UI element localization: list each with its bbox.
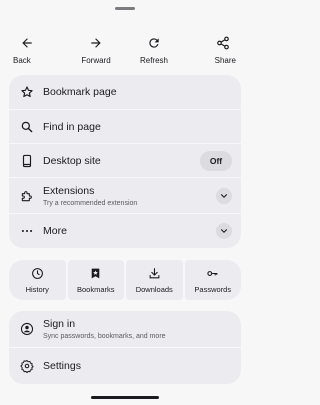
gear-icon xyxy=(20,359,34,373)
bookmark-page-item[interactable]: Bookmark page xyxy=(9,75,241,109)
desktop-site-toggle[interactable]: Off xyxy=(200,150,232,171)
downloads-tile[interactable]: Downloads xyxy=(126,260,183,300)
top-navigation-bar: Back Forward Refresh Share xyxy=(9,36,241,66)
arrow-right-icon xyxy=(91,38,101,48)
downloads-label: Downloads xyxy=(135,284,173,294)
bookmark-star-icon xyxy=(91,268,100,278)
chevron-down-icon xyxy=(220,228,228,233)
find-in-page-label: Find in page xyxy=(43,120,101,133)
refresh-label: Refresh xyxy=(139,56,168,65)
extensions-expand-button[interactable] xyxy=(216,187,232,204)
more-dots-icon xyxy=(20,224,34,238)
chevron-down-icon xyxy=(220,193,228,198)
desktop-site-label: Desktop site xyxy=(43,154,101,167)
refresh-icon xyxy=(149,38,159,48)
account-circle-icon xyxy=(20,322,34,336)
home-indicator xyxy=(91,396,159,399)
phone-icon xyxy=(20,154,34,168)
bookmarks-label: Bookmarks xyxy=(76,284,115,294)
quick-access-tiles: History Bookmarks Downloads Passwords xyxy=(9,260,241,300)
extensions-subtitle: Try a recommended extension xyxy=(43,199,138,207)
share-button[interactable]: Share xyxy=(183,36,241,66)
forward-button[interactable]: Forward xyxy=(67,36,125,66)
extensions-item[interactable]: Extensions Try a recommended extension xyxy=(9,177,241,213)
history-clock-icon xyxy=(31,267,43,279)
more-item[interactable]: More xyxy=(9,213,241,247)
passwords-label: Passwords xyxy=(194,284,232,294)
more-label: More xyxy=(43,224,67,237)
arrow-left-icon xyxy=(22,38,32,48)
account-menu: Sign in Sync passwords, bookmarks, and m… xyxy=(9,311,241,384)
star-outline-icon xyxy=(20,85,34,99)
bookmark-page-label: Bookmark page xyxy=(43,86,117,98)
sign-in-subtitle: Sync passwords, bookmarks, and more xyxy=(43,333,166,340)
back-button[interactable]: Back xyxy=(9,36,67,66)
drag-handle[interactable] xyxy=(115,7,135,10)
back-label: Back xyxy=(13,56,31,65)
more-expand-button[interactable] xyxy=(216,222,232,239)
search-icon xyxy=(20,120,34,134)
refresh-button[interactable]: Refresh xyxy=(125,36,183,66)
puzzle-icon xyxy=(20,189,34,203)
download-icon xyxy=(149,267,160,278)
key-icon xyxy=(207,270,218,276)
sign-in-label: Sign in xyxy=(43,318,76,330)
extensions-label: Extensions xyxy=(43,184,95,197)
bookmarks-tile[interactable]: Bookmarks xyxy=(67,260,124,300)
page-actions-menu: Bookmark page Find in page Desktop site … xyxy=(9,75,241,248)
desktop-site-item[interactable]: Desktop site Off xyxy=(9,143,241,177)
sign-in-item[interactable]: Sign in Sync passwords, bookmarks, and m… xyxy=(9,311,241,347)
history-label: History xyxy=(25,284,49,294)
history-tile[interactable]: History xyxy=(9,260,66,300)
forward-label: Forward xyxy=(81,56,111,65)
share-label: Share xyxy=(214,56,236,65)
find-in-page-item[interactable]: Find in page xyxy=(9,109,241,143)
passwords-tile[interactable]: Passwords xyxy=(184,260,241,300)
settings-label: Settings xyxy=(43,359,81,372)
settings-item[interactable]: Settings xyxy=(9,347,241,383)
share-icon xyxy=(217,36,229,50)
